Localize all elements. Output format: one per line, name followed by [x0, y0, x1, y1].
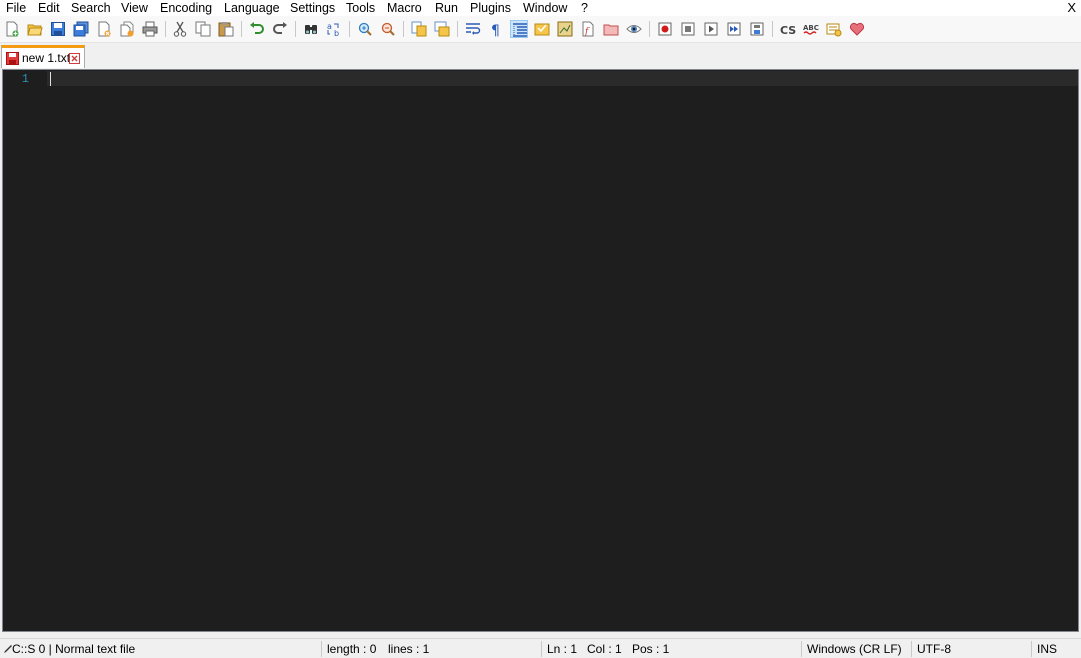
save-all-icon[interactable] [72, 20, 90, 38]
copy-icon[interactable] [194, 20, 212, 38]
tab-new-1[interactable]: new 1.txt [1, 45, 85, 68]
menu-view[interactable]: View [121, 0, 148, 16]
undo-icon[interactable] [248, 20, 266, 38]
column-position: Col : 1 [587, 642, 622, 656]
redo-icon[interactable] [271, 20, 289, 38]
zoom-in-icon[interactable] [356, 20, 374, 38]
monitoring-eye-icon[interactable] [625, 20, 643, 38]
save-icon[interactable] [49, 20, 67, 38]
define-language-icon[interactable] [533, 20, 551, 38]
pencil-icon [4, 645, 12, 653]
find-icon[interactable] [302, 20, 320, 38]
fold-margin[interactable] [37, 70, 47, 631]
record-macro-icon[interactable] [656, 20, 674, 38]
donate-heart-icon[interactable] [848, 20, 866, 38]
close-all-icon[interactable] [118, 20, 136, 38]
playback-macro-icon[interactable] [702, 20, 720, 38]
function-list-icon[interactable]: f [579, 20, 597, 38]
svg-text:b: b [334, 29, 339, 37]
cs-sync-icon[interactable]: CS [779, 20, 797, 38]
menu-macro[interactable]: Macro [387, 0, 422, 16]
menu-bar: File Edit Search View Encoding Language … [0, 0, 1081, 16]
status-bar: C::S 0 | Normal text file length : 0 lin… [0, 638, 1081, 658]
menu-encoding[interactable]: Encoding [160, 0, 212, 16]
close-document-button[interactable]: X [1067, 0, 1076, 16]
cut-icon[interactable] [171, 20, 189, 38]
unsaved-file-icon [6, 52, 19, 65]
menu-settings[interactable]: Settings [290, 0, 335, 16]
menu-file[interactable]: File [6, 0, 26, 16]
eol-format[interactable]: Windows (CR LF) [807, 642, 902, 656]
menu-run[interactable]: Run [435, 0, 458, 16]
line-number-margin: 1 [3, 70, 37, 631]
lines-status: lines : 1 [388, 642, 430, 656]
menu-plugins[interactable]: Plugins [470, 0, 511, 16]
close-file-icon[interactable] [95, 20, 113, 38]
svg-text:CS: CS [780, 24, 796, 37]
new-file-icon[interactable] [3, 20, 21, 38]
lexer-label: C::S 0 | Normal text file [12, 642, 136, 656]
run-macro-multiple-icon[interactable] [725, 20, 743, 38]
indent-guide-icon[interactable] [510, 20, 528, 38]
save-macro-icon[interactable] [748, 20, 766, 38]
menu-window[interactable]: Window [523, 0, 567, 16]
print-icon[interactable] [141, 20, 159, 38]
tab-close-icon[interactable] [69, 53, 80, 64]
word-wrap-icon[interactable] [464, 20, 482, 38]
svg-text:ABC: ABC [803, 24, 819, 32]
current-line-highlight [47, 71, 1078, 86]
insert-mode[interactable]: INS [1037, 642, 1057, 656]
svg-text:¶: ¶ [491, 23, 500, 37]
paste-icon[interactable] [217, 20, 235, 38]
text-editor[interactable]: 1 [2, 69, 1079, 632]
open-file-icon[interactable] [26, 20, 44, 38]
tab-label: new 1.txt [22, 51, 71, 65]
spell-check-icon[interactable]: ABC [802, 20, 820, 38]
line-position: Ln : 1 [547, 642, 578, 656]
line-number: 1 [21, 72, 29, 86]
text-caret [50, 72, 51, 86]
sync-vertical-icon[interactable] [410, 20, 428, 38]
menu-tools[interactable]: Tools [346, 0, 375, 16]
menu-language[interactable]: Language [224, 0, 280, 16]
toolbar: ab ¶ f CS ABC [0, 16, 1081, 43]
doc-switcher-icon[interactable] [825, 20, 843, 38]
sync-horizontal-icon[interactable] [433, 20, 451, 38]
length-status: length : 0 [327, 642, 377, 656]
replace-icon[interactable]: ab [325, 20, 343, 38]
tab-bar: new 1.txt [0, 43, 1081, 68]
encoding-status[interactable]: UTF-8 [917, 642, 951, 656]
folder-as-workspace-icon[interactable] [602, 20, 620, 38]
show-all-characters-icon[interactable]: ¶ [487, 20, 505, 38]
stop-recording-icon[interactable] [679, 20, 697, 38]
lexer-status: C::S 0 | Normal text file [3, 642, 135, 656]
menu-help[interactable]: ? [581, 0, 588, 16]
document-map-icon[interactable] [556, 20, 574, 38]
menu-search[interactable]: Search [71, 0, 111, 16]
zoom-out-icon[interactable] [379, 20, 397, 38]
char-position: Pos : 1 [632, 642, 670, 656]
svg-text:a: a [327, 22, 332, 31]
menu-edit[interactable]: Edit [38, 0, 60, 16]
